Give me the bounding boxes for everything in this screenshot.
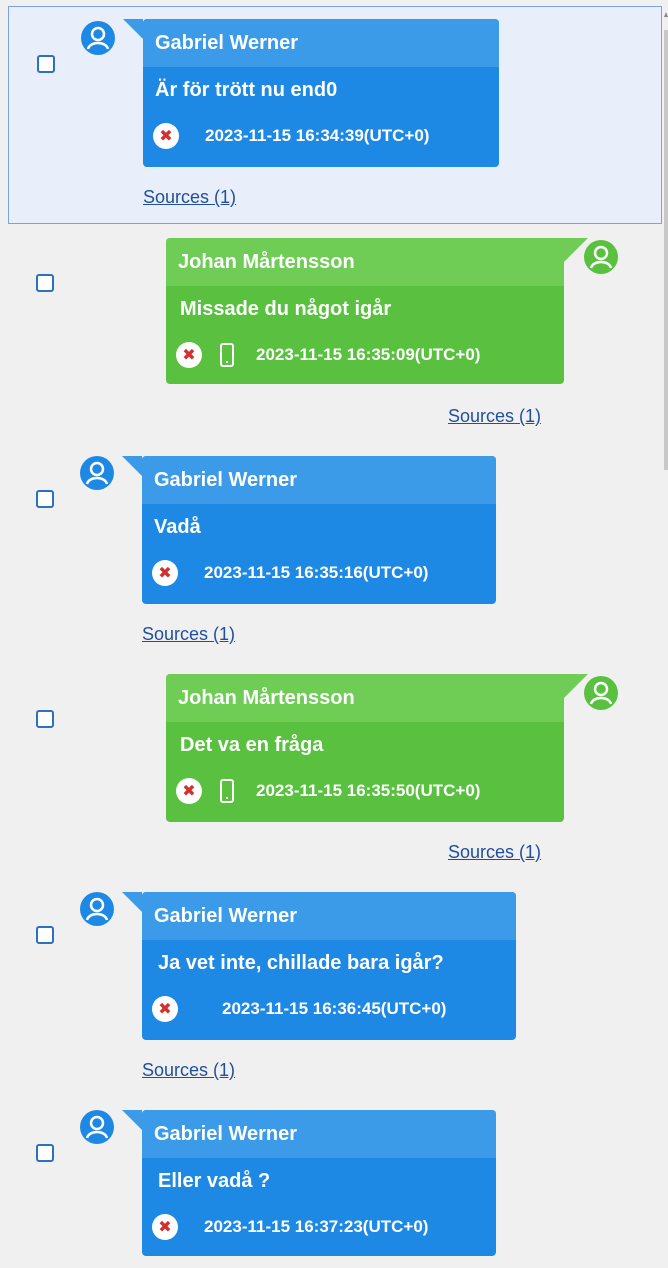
sender-name: Johan Mårtensson <box>178 687 355 709</box>
sender-name: Johan Mårtensson <box>178 251 355 273</box>
phone-icon <box>220 343 234 367</box>
user-avatar-icon <box>80 456 114 490</box>
sender-name: Gabriel Werner <box>154 469 298 491</box>
message-bubble: Gabriel Werner Är för trött nu end0 ✖ 20… <box>123 19 499 167</box>
bubble-tail <box>123 19 143 39</box>
sender-name: Gabriel Werner <box>154 905 298 927</box>
select-checkbox[interactable] <box>36 490 54 508</box>
select-checkbox[interactable] <box>36 926 54 944</box>
message-row[interactable]: Gabriel Werner Eller vadå ? ✖ 2023-11-15… <box>0 1104 664 1268</box>
message-text: Ja vet inte, chillade bara igår? <box>158 952 444 974</box>
message-meta: ✖ 2023-11-15 16:35:16(UTC+0) <box>152 560 428 586</box>
timestamp: 2023-11-15 16:36:45(UTC+0) <box>222 999 447 1018</box>
message-bubble: Gabriel Werner Ja vet inte, chillade bar… <box>122 892 516 1040</box>
bubble-tail <box>122 1110 142 1130</box>
message-text: Är för trött nu end0 <box>155 79 338 101</box>
user-avatar-icon <box>81 21 115 55</box>
timestamp: 2023-11-15 16:35:50(UTC+0) <box>256 781 481 800</box>
bubble-tail <box>122 892 142 912</box>
message-meta: ✖ 2023-11-15 16:35:09(UTC+0) <box>176 342 480 368</box>
message-text: Eller vadå ? <box>158 1170 271 1192</box>
sources-link[interactable]: Sources (1) <box>448 406 541 427</box>
sender-name: Gabriel Werner <box>155 32 299 54</box>
message-text: Missade du något igår <box>180 298 392 320</box>
select-checkbox[interactable] <box>36 274 54 292</box>
message-bubble: Johan Mårtensson Det va en fråga ✖ 2023-… <box>166 674 588 822</box>
message-row[interactable]: Johan Mårtensson Missade du något igår ✖… <box>0 232 664 442</box>
timestamp: 2023-11-15 16:34:39(UTC+0) <box>205 126 430 145</box>
scroll-up-arrow-icon[interactable] <box>664 12 668 24</box>
message-bubble: Gabriel Werner Vadå ✖ 2023-11-15 16:35:1… <box>122 456 496 604</box>
message-row[interactable]: Gabriel Werner Är för trött nu end0 ✖ 20… <box>8 6 662 224</box>
message-text: Det va en fråga <box>180 734 324 756</box>
error-icon: ✖ <box>152 560 178 586</box>
timestamp: 2023-11-15 16:37:23(UTC+0) <box>204 1217 429 1236</box>
timestamp: 2023-11-15 16:35:16(UTC+0) <box>204 563 429 582</box>
message-row[interactable]: Johan Mårtensson Det va en fråga ✖ 2023-… <box>0 668 664 878</box>
sources-link[interactable]: Sources (1) <box>142 1060 235 1081</box>
message-meta: ✖ 2023-11-15 16:35:50(UTC+0) <box>176 778 480 804</box>
user-avatar-icon <box>584 240 618 274</box>
message-bubble: Gabriel Werner Eller vadå ? ✖ 2023-11-15… <box>122 1110 496 1256</box>
chat-message-list: Gabriel Werner Är för trött nu end0 ✖ 20… <box>0 0 668 1268</box>
message-meta: ✖ 2023-11-15 16:34:39(UTC+0) <box>153 123 429 149</box>
error-icon: ✖ <box>176 778 202 804</box>
error-icon: ✖ <box>153 123 179 149</box>
sources-link[interactable]: Sources (1) <box>143 187 236 208</box>
timestamp: 2023-11-15 16:35:09(UTC+0) <box>256 345 481 364</box>
phone-icon <box>220 779 234 803</box>
vertical-scrollbar[interactable] <box>664 0 668 1268</box>
sources-link[interactable]: Sources (1) <box>142 624 235 645</box>
message-row[interactable]: Gabriel Werner Vadå ✖ 2023-11-15 16:35:1… <box>0 450 664 660</box>
scroll-thumb[interactable] <box>664 30 668 470</box>
select-checkbox[interactable] <box>37 55 55 73</box>
message-bubble: Johan Mårtensson Missade du något igår ✖… <box>166 238 588 384</box>
select-checkbox[interactable] <box>36 1144 54 1162</box>
error-icon: ✖ <box>176 342 202 368</box>
error-icon: ✖ <box>152 1214 178 1240</box>
select-checkbox[interactable] <box>36 710 54 728</box>
user-avatar-icon <box>80 1110 114 1144</box>
user-avatar-icon <box>80 892 114 926</box>
bubble-tail <box>122 456 142 476</box>
message-meta: ✖ 2023-11-15 16:37:23(UTC+0) <box>152 1214 428 1240</box>
error-icon: ✖ <box>152 996 178 1022</box>
message-meta: ✖ 2023-11-15 16:36:45(UTC+0) <box>152 996 446 1022</box>
user-avatar-icon <box>584 676 618 710</box>
message-row[interactable]: Gabriel Werner Ja vet inte, chillade bar… <box>0 886 664 1096</box>
sender-name: Gabriel Werner <box>154 1123 298 1145</box>
sources-link[interactable]: Sources (1) <box>448 842 541 863</box>
message-text: Vadå <box>154 516 201 538</box>
